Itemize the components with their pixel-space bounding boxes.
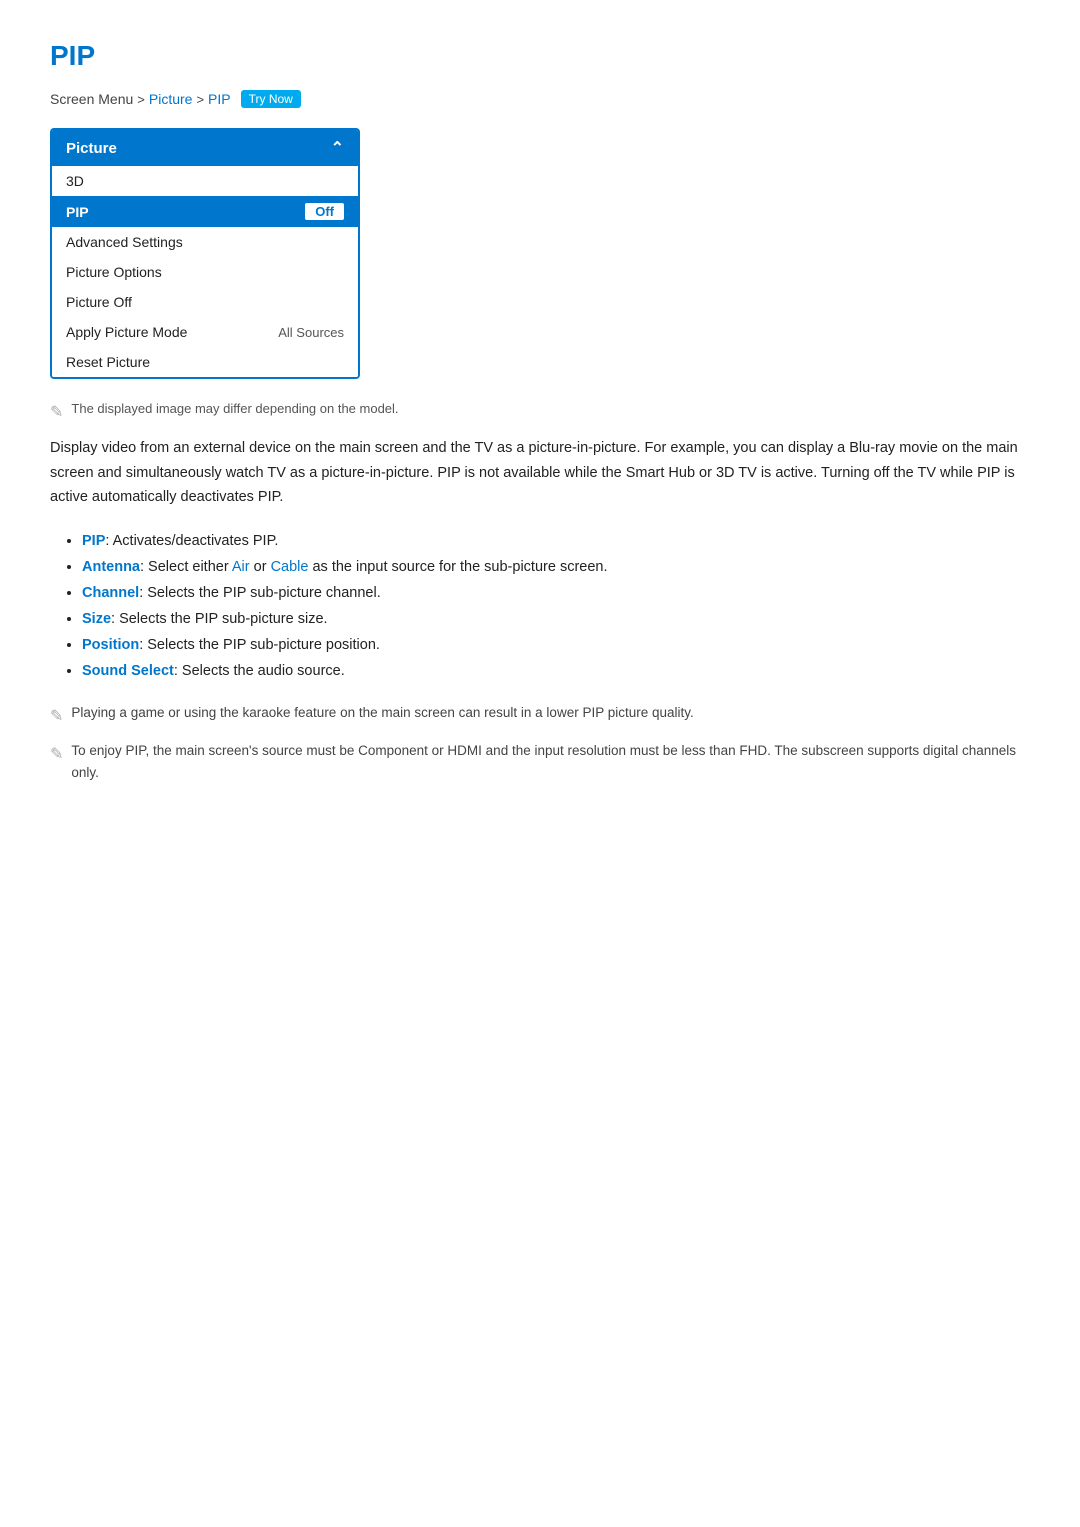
menu-header-label: Picture [66, 140, 117, 157]
menu-item-label: 3D [66, 173, 84, 189]
bullet-list: PIP: Activates/deactivates PIP.Antenna: … [50, 528, 1030, 685]
menu-item-value: All Sources [278, 325, 344, 340]
notes-container: ✎ Playing a game or using the karaoke fea… [50, 702, 1030, 783]
note-text: Playing a game or using the karaoke feat… [71, 702, 693, 724]
description-text: Display video from an external device on… [50, 436, 1030, 510]
term: PIP [82, 533, 105, 549]
menu-item-label: Picture Off [66, 294, 132, 310]
term: Size [82, 611, 111, 627]
list-item: Size: Selects the PIP sub-picture size. [82, 606, 1030, 632]
menu-item-label: Picture Options [66, 264, 162, 280]
menu-header: Picture ⌃ [52, 130, 358, 166]
menu-item[interactable]: Picture Options [52, 257, 358, 287]
menu-item-label: Advanced Settings [66, 234, 183, 250]
list-item: Antenna: Select either Air or Cable as t… [82, 554, 1030, 580]
menu-item[interactable]: Reset Picture [52, 347, 358, 377]
menu-item[interactable]: Picture Off [52, 287, 358, 317]
menu-box: Picture ⌃ 3D PIP Off Advanced Settings Pictu… [50, 128, 360, 379]
page-title: PIP [50, 40, 1030, 72]
breadcrumb-sep-1: > [137, 92, 145, 107]
list-item: Position: Selects the PIP sub-picture po… [82, 632, 1030, 658]
try-now-badge[interactable]: Try Now [241, 90, 301, 108]
menu-item-label: PIP [66, 204, 89, 220]
note-below-menu-text: The displayed image may differ depending… [71, 401, 398, 416]
inline-link[interactable]: Cable [271, 559, 309, 575]
list-item: Channel: Selects the PIP sub-picture cha… [82, 580, 1030, 606]
breadcrumb-picture[interactable]: Picture [149, 91, 193, 107]
term: Channel [82, 585, 139, 601]
pencil-icon: ✎ [50, 704, 63, 730]
list-item: Sound Select: Selects the audio source. [82, 658, 1030, 684]
list-item: PIP: Activates/deactivates PIP. [82, 528, 1030, 554]
term: Sound Select [82, 663, 174, 679]
note-block: ✎ Playing a game or using the karaoke fea… [50, 702, 1030, 730]
pencil-icon: ✎ [50, 742, 63, 768]
breadcrumb-sep-2: > [196, 92, 204, 107]
breadcrumb-pip[interactable]: PIP [208, 91, 231, 107]
menu-item[interactable]: Advanced Settings [52, 227, 358, 257]
menu-item-label: Reset Picture [66, 354, 150, 370]
breadcrumb-screen-menu: Screen Menu [50, 91, 133, 107]
pencil-icon: ✎ [50, 402, 63, 422]
term: Position [82, 637, 139, 653]
menu-item-value: Off [305, 203, 344, 220]
note-text: To enjoy PIP, the main screen's source m… [71, 740, 1030, 783]
menu-items-container: 3D PIP Off Advanced Settings Picture Options… [52, 166, 358, 377]
breadcrumb: Screen Menu > Picture > PIP Try Now [50, 90, 1030, 108]
note-block: ✎ To enjoy PIP, the main screen's source … [50, 740, 1030, 783]
menu-item[interactable]: Apply Picture Mode All Sources [52, 317, 358, 347]
menu-item-label: Apply Picture Mode [66, 324, 187, 340]
note-below-menu: ✎ The displayed image may differ dependi… [50, 401, 1030, 422]
inline-link[interactable]: Air [232, 559, 250, 575]
menu-item[interactable]: 3D [52, 166, 358, 196]
menu-item[interactable]: PIP Off [52, 196, 358, 227]
chevron-up-icon: ⌃ [331, 138, 344, 158]
term: Antenna [82, 559, 140, 575]
